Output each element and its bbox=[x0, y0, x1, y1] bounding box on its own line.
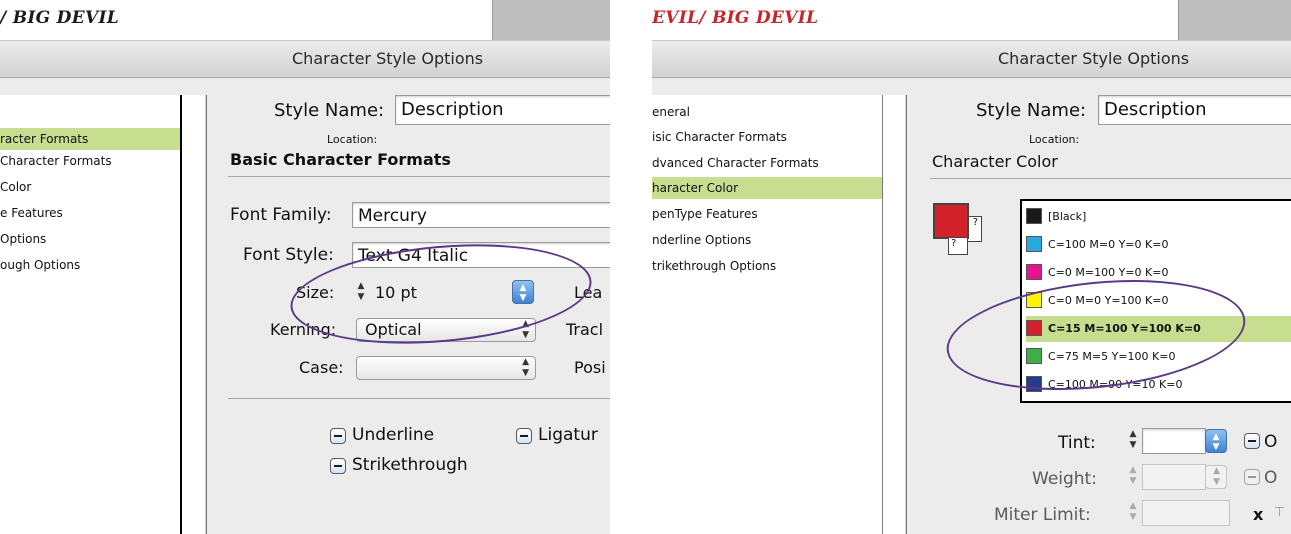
style-name-input[interactable]: Description bbox=[1098, 95, 1291, 125]
document-title-strip: EVIL/ BIG DEVIL bbox=[652, 0, 1291, 41]
section-title: Character Color bbox=[932, 152, 1058, 171]
strikethrough-label: Strikethrough bbox=[352, 455, 468, 475]
right-character-style-dialog: EVIL/ BIG DEVIL Character Style Options … bbox=[652, 0, 1291, 534]
category-item-opentype-features[interactable]: penType Features bbox=[652, 203, 882, 225]
font-style-input[interactable]: Text G4 Italic bbox=[352, 242, 610, 268]
dialog-title: Character Style Options bbox=[998, 49, 1190, 68]
swatch-chip bbox=[1026, 208, 1042, 224]
category-item-underline-options[interactable]: nderline Options bbox=[652, 229, 882, 251]
overprint-stroke-checkbox[interactable] bbox=[1244, 469, 1260, 485]
location-label: Location: bbox=[1029, 133, 1080, 146]
select-arrows-icon: ▲ ▼ bbox=[522, 319, 529, 340]
options-divider bbox=[228, 398, 610, 399]
case-label: Case: bbox=[299, 358, 344, 377]
category-item-advanced-character-formats[interactable]: dvanced Character Formats bbox=[652, 152, 882, 174]
category-item-character-color[interactable]: haracter Color bbox=[652, 177, 882, 199]
font-family-label: Font Family: bbox=[230, 205, 332, 225]
swatch-blue[interactable]: C=100 M=90 Y=10 K=0 bbox=[1026, 372, 1291, 398]
select-arrows-icon: ▲ ▼ bbox=[522, 357, 529, 378]
swatch-yellow[interactable]: C=0 M=0 Y=100 K=0 bbox=[1026, 288, 1291, 314]
underline-checkbox[interactable] bbox=[330, 428, 346, 444]
stroke-proxy-small[interactable]: ? bbox=[948, 237, 968, 255]
ligatures-label: Ligatur bbox=[538, 425, 598, 445]
category-item-opentype-features[interactable]: e Features bbox=[0, 202, 180, 224]
dialog-titlebar: Character Style Options bbox=[0, 41, 610, 78]
miter-limit-input[interactable] bbox=[1142, 500, 1230, 526]
category-item-strikethrough-options[interactable]: trikethrough Options bbox=[652, 255, 882, 277]
weight-stepper[interactable]: ▲ ▼ bbox=[1126, 465, 1140, 489]
ligatures-checkbox[interactable] bbox=[516, 428, 532, 444]
category-list-inner: eneral isic Character Formats dvanced Ch… bbox=[652, 95, 883, 534]
position-label: Posi bbox=[574, 358, 606, 377]
kerning-value: Optical bbox=[365, 320, 422, 339]
strikethrough-checkbox[interactable] bbox=[330, 458, 346, 474]
overprint-stroke-label: O bbox=[1264, 468, 1278, 488]
category-item-basic-character-formats[interactable]: racter Formats bbox=[0, 128, 180, 150]
size-dropdown-button[interactable]: ▲ ▼ bbox=[512, 280, 534, 304]
swatch-chip bbox=[1026, 236, 1042, 252]
document-title-strip: / BIG DEVIL bbox=[0, 0, 610, 41]
overprint-fill-label: O bbox=[1264, 432, 1278, 452]
left-character-style-dialog: / BIG DEVIL Character Style Options ract… bbox=[0, 0, 610, 534]
swatch-chip bbox=[1026, 348, 1042, 364]
swatch-list: [Black] C=100 M=0 Y=0 K=0 C=0 M=100 Y=0 … bbox=[1020, 199, 1291, 403]
size-input[interactable]: 10 pt bbox=[370, 280, 520, 306]
category-list: eneral isic Character Formats dvanced Ch… bbox=[652, 95, 907, 534]
category-list: racter Formats Character Formats Color e… bbox=[0, 95, 207, 534]
swatch-chip bbox=[1026, 264, 1042, 280]
size-label: Size: bbox=[296, 283, 335, 302]
swatch-chip bbox=[1026, 292, 1042, 308]
weight-dropdown-button[interactable]: ▲ ▼ bbox=[1205, 465, 1227, 489]
size-stepper[interactable]: ▲ ▼ bbox=[354, 281, 368, 305]
category-list-inner: racter Formats Character Formats Color e… bbox=[0, 95, 182, 534]
weight-input[interactable] bbox=[1142, 464, 1206, 490]
kerning-label: Kerning: bbox=[270, 320, 337, 339]
dialog-titlebar: Character Style Options bbox=[652, 41, 1291, 78]
category-item-character-color[interactable]: Color bbox=[0, 176, 180, 198]
dialog-title: Character Style Options bbox=[292, 49, 484, 68]
style-name-label: Style Name: bbox=[976, 100, 1087, 121]
join-icon[interactable]: ⊤ bbox=[1274, 505, 1285, 520]
style-name-input[interactable]: Description bbox=[395, 95, 610, 125]
leading-label: Lea bbox=[574, 283, 603, 302]
section-divider bbox=[228, 176, 610, 177]
document-gray-area bbox=[492, 0, 610, 40]
overprint-fill-checkbox[interactable] bbox=[1244, 433, 1260, 449]
category-item-basic-character-formats[interactable]: isic Character Formats bbox=[652, 126, 882, 148]
document-gray-area bbox=[1178, 0, 1291, 40]
category-item-advanced-character-formats[interactable]: Character Formats bbox=[0, 150, 180, 172]
select-arrows-icon: ▲ ▼ bbox=[1213, 466, 1220, 487]
tint-dropdown-button[interactable]: ▲ ▼ bbox=[1205, 429, 1227, 453]
fill-proxy[interactable] bbox=[933, 203, 969, 239]
swatch-magenta[interactable]: C=0 M=100 Y=0 K=0 bbox=[1026, 260, 1291, 286]
category-item-general[interactable]: eneral bbox=[652, 101, 882, 123]
swatch-chip bbox=[1026, 376, 1042, 392]
location-label: Location: bbox=[327, 133, 378, 146]
section-divider bbox=[930, 178, 1291, 179]
miter-stepper[interactable]: ▲ ▼ bbox=[1126, 501, 1140, 525]
tint-input[interactable] bbox=[1142, 428, 1206, 454]
underline-label: Underline bbox=[352, 425, 435, 445]
miter-x-label: x bbox=[1253, 505, 1264, 524]
case-select[interactable]: ▲ ▼ bbox=[356, 356, 536, 380]
swatch-green[interactable]: C=75 M=5 Y=100 K=0 bbox=[1026, 344, 1291, 370]
tint-label: Tint: bbox=[1058, 433, 1096, 453]
style-name-label: Style Name: bbox=[274, 100, 385, 121]
weight-label: Weight: bbox=[1032, 469, 1097, 489]
font-style-label: Font Style: bbox=[243, 245, 334, 265]
font-family-input[interactable]: Mercury bbox=[352, 202, 610, 228]
kerning-select[interactable]: Optical ▲ ▼ bbox=[356, 318, 536, 342]
document-title: EVIL/ BIG DEVIL bbox=[652, 8, 819, 28]
document-title: / BIG DEVIL bbox=[0, 8, 119, 28]
swatch-red-selected[interactable]: C=15 M=100 Y=100 K=0 bbox=[1026, 316, 1291, 342]
tracking-label: Tracl bbox=[566, 320, 604, 339]
category-item-underline-options[interactable]: Options bbox=[0, 228, 180, 250]
swatch-black[interactable]: [Black] bbox=[1026, 204, 1291, 230]
category-item-strikethrough-options[interactable]: ough Options bbox=[0, 254, 180, 276]
swatch-cyan[interactable]: C=100 M=0 Y=0 K=0 bbox=[1026, 232, 1291, 258]
swatch-chip bbox=[1026, 320, 1042, 336]
tint-stepper[interactable]: ▲ ▼ bbox=[1126, 429, 1140, 453]
section-title: Basic Character Formats bbox=[230, 150, 451, 169]
miter-limit-label: Miter Limit: bbox=[994, 505, 1091, 525]
